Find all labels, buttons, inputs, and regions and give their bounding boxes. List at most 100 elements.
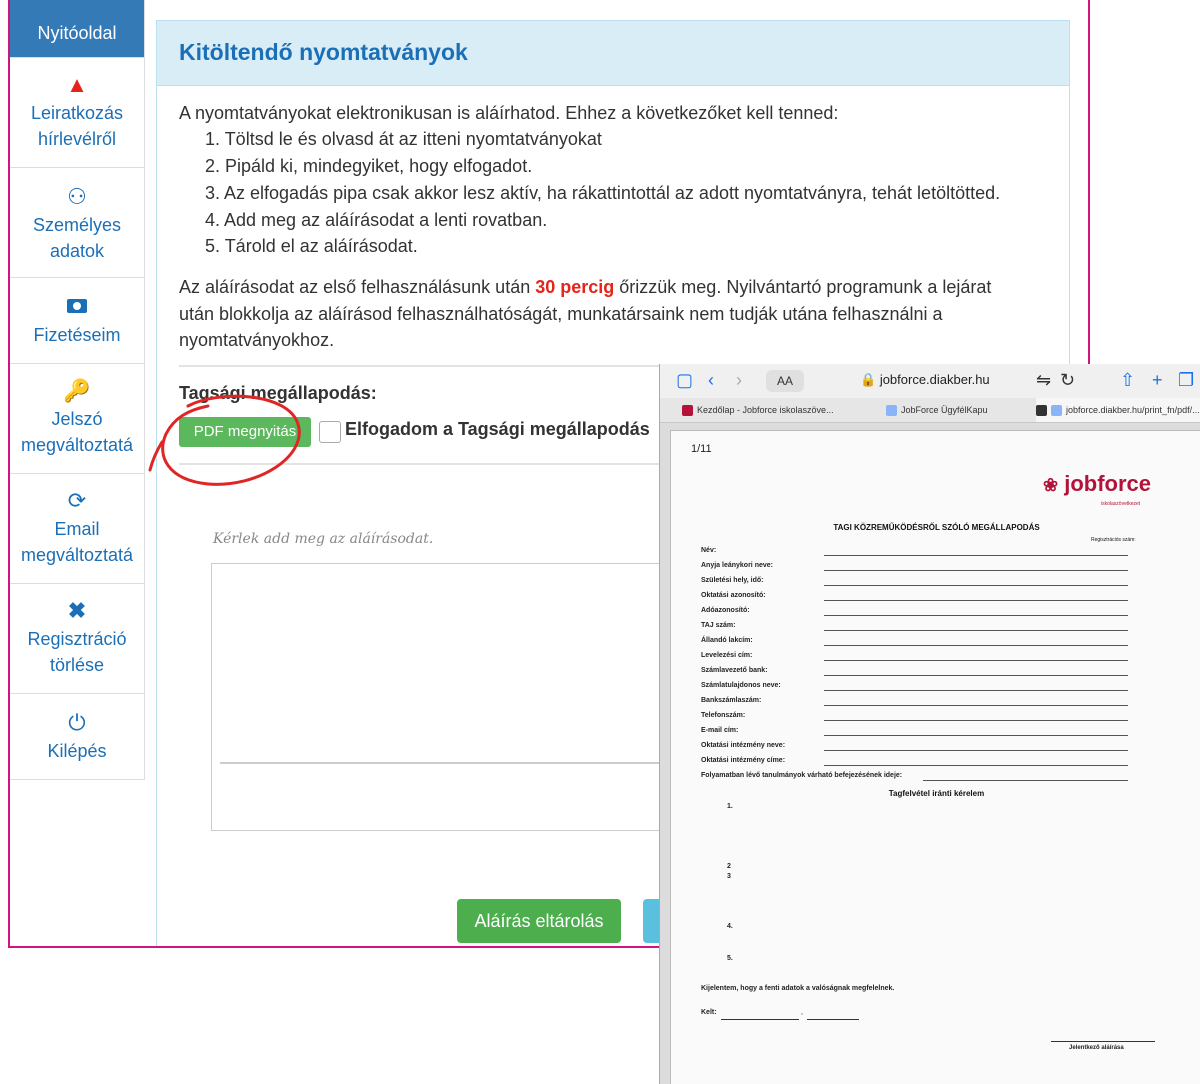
address-bar[interactable]: 🔒 jobforce.diakber.hu: [860, 372, 990, 388]
registration-number-label: Regisztrációs szám:: [1091, 537, 1136, 543]
notice-text-line3: nyomtatványokhoz.: [179, 330, 335, 350]
sidebar-item-change-password[interactable]: 🔑 Jelszó megváltoztatá: [10, 364, 144, 474]
notice-highlight: 30 percig: [535, 277, 615, 297]
document-title: TAGI KÖZREMŰKÖDÉSRŐL SZÓLÓ MEGÁLLAPODÁS: [833, 523, 1040, 532]
form-field-label: Születési hely, idő:: [701, 577, 764, 584]
open-pdf-button[interactable]: PDF megnyitás: [179, 417, 311, 447]
form-field-line: [824, 735, 1128, 736]
sidebar-item-home[interactable]: Nyitóoldal: [10, 0, 144, 58]
form-field-label: Folyamatban lévő tanulmányok várható bef…: [701, 772, 903, 779]
form-field-label: Oktatási azonosító:: [701, 592, 766, 599]
logo-subtitle: iskolaszövetkezet: [1101, 501, 1141, 507]
refresh-icon: ⟳: [67, 488, 87, 513]
form-field-line: [824, 555, 1128, 556]
form-field-label: Számlatulajdonos neve:: [701, 682, 781, 689]
x-icon: ✖: [67, 598, 87, 623]
form-field-line: [824, 720, 1128, 721]
warning-icon: ▲: [66, 72, 88, 97]
form-field-label: Oktatási intézmény neve:: [701, 742, 786, 749]
share-icon[interactable]: ⇧: [1120, 370, 1135, 391]
browser-toolbar: ▢ ‹ › AA 🔒 jobforce.diakber.hu ⇋ ↻ ⇧ + ❐: [660, 364, 1200, 399]
sidebar-item-label: Email megváltoztatá: [20, 519, 134, 565]
accept-label: Elfogadom a Tagsági megállapodás: [345, 419, 650, 439]
retention-notice: Az aláírásodat az első felhasználásunk u…: [179, 277, 991, 298]
form-field-label: Számlavezető bank:: [701, 667, 768, 674]
form-field-label: TAJ szám:: [701, 622, 736, 629]
browser-tab[interactable]: JobForce ÜgyfélKapu: [886, 398, 1016, 422]
accept-checkbox[interactable]: [319, 421, 341, 443]
form-field-label: Telefonszám:: [701, 712, 746, 719]
form-field-line: [824, 645, 1128, 646]
notice-text-line2: után blokkolja az aláírásod felhasználha…: [179, 304, 943, 324]
jobforce-logo: ❀ jobforce: [1043, 471, 1151, 497]
signature-prompt: Kérlek add meg az aláírásodat.: [213, 531, 434, 547]
reload-icon[interactable]: ↻: [1060, 370, 1075, 391]
form-field-line: [824, 765, 1128, 766]
declaration-text: Kijelentem, hogy a fenti adatok a valósá…: [701, 985, 895, 992]
sidebar-item-delete-registration[interactable]: ✖ Regisztráció törlése: [10, 584, 144, 694]
membership-agreement-label: Tagsági megállapodás:: [179, 383, 377, 403]
form-field-label: Oktatási intézmény címe:: [701, 757, 786, 764]
date-line: [807, 1019, 859, 1020]
notice-text: Az aláírásodat az első felhasználásunk u…: [179, 277, 536, 297]
new-tab-icon[interactable]: +: [1152, 370, 1163, 391]
form-field-line: [824, 570, 1128, 571]
list-number: 1.: [727, 803, 733, 810]
extension-icon[interactable]: ⇋: [1036, 370, 1051, 391]
form-field-line: [824, 600, 1128, 601]
step-item: 4. Add meg az aláírásodat a lenti rovatb…: [205, 210, 548, 230]
user-icon: ⚇: [67, 184, 87, 209]
browser-tabs: Kezdőlap - Jobforce iskolaszöve... JobFo…: [660, 398, 1200, 423]
sidebar-item-unsubscribe[interactable]: ▲ Leiratkozás hírlevélről: [10, 58, 144, 168]
sidebar-toggle-icon[interactable]: ▢: [676, 370, 693, 391]
sidebar-item-label: Fizetéseim: [33, 325, 121, 345]
sidebar-item-label: Leiratkozás hírlevélről: [30, 103, 124, 149]
section-title: Tagfelvétel iránti kérelem: [888, 789, 985, 798]
forward-icon[interactable]: ›: [736, 370, 742, 391]
reader-aa-button[interactable]: AA: [766, 370, 804, 392]
key-icon: 🔑: [63, 378, 91, 403]
tab-label: JobForce ÜgyfélKapu: [901, 405, 988, 415]
sidebar: Nyitóoldal ▲ Leiratkozás hírlevélről ⚇ S…: [10, 0, 145, 780]
favicon-icon: [682, 405, 693, 417]
form-field-line: [824, 750, 1128, 751]
tabs-overview-icon[interactable]: ❐: [1178, 370, 1194, 391]
step-item: 2. Pipáld ki, mindegyiket, hogy elfogado…: [205, 156, 533, 176]
step-item: 1. Töltsd le és olvasd át az itteni nyom…: [205, 129, 602, 149]
back-icon[interactable]: ‹: [708, 370, 714, 391]
form-field-label: Adóazonosító:: [701, 607, 750, 614]
list-number: 5.: [727, 955, 733, 962]
form-field-line: [923, 780, 1128, 781]
sidebar-item-payments[interactable]: Fizetéseim: [10, 278, 144, 364]
save-signature-button[interactable]: Aláírás eltárolás: [457, 899, 621, 943]
step-item: 5. Tárold el az aláírásodat.: [205, 236, 418, 256]
pdf-page: 1/11 ❀ jobforce iskolaszövetkezet TAGI K…: [670, 430, 1200, 1084]
close-tab-icon[interactable]: [1036, 405, 1047, 417]
notice-text: őrizzük meg. Nyilvántartó programunk a l…: [614, 277, 992, 297]
favicon-icon: [886, 405, 897, 417]
sidebar-item-change-email[interactable]: ⟳ Email megváltoztatá: [10, 474, 144, 584]
page-title: Kitöltendő nyomtatványok: [179, 39, 468, 65]
applicant-signature-label: Jelentkező aláírása: [1069, 1045, 1124, 1051]
sidebar-item-label: Regisztráció törlése: [27, 629, 127, 675]
power-icon: ⏻: [68, 710, 86, 735]
date-separator: ,: [801, 1009, 803, 1016]
form-field-label: Levelezési cím:: [701, 652, 753, 659]
tab-label: jobforce.diakber.hu/print_fn/pdf/...: [1066, 405, 1200, 415]
form-field-label: E-mail cím:: [701, 727, 739, 734]
browser-tab-active[interactable]: jobforce.diakber.hu/print_fn/pdf/...: [1036, 398, 1200, 422]
sidebar-item-label: Jelszó megváltoztatá: [20, 409, 134, 455]
list-number: 4.: [727, 923, 733, 930]
logo-mark-icon: ❀: [1043, 475, 1059, 495]
browser-tab[interactable]: Kezdőlap - Jobforce iskolaszöve...: [682, 398, 842, 422]
form-field-label: Bankszámlaszám:: [701, 697, 762, 704]
sidebar-item-label: Személyes adatok: [32, 215, 122, 261]
sidebar-item-logout[interactable]: ⏻ Kilépés: [10, 694, 144, 780]
money-icon: [10, 294, 144, 320]
sidebar-item-label: Kilépés: [47, 741, 107, 761]
form-field-line: [824, 705, 1128, 706]
url-text: jobforce.diakber.hu: [879, 372, 990, 387]
list-number: 2: [727, 863, 731, 870]
sidebar-item-personal-data[interactable]: ⚇ Személyes adatok: [10, 168, 144, 278]
form-field-line: [824, 660, 1128, 661]
